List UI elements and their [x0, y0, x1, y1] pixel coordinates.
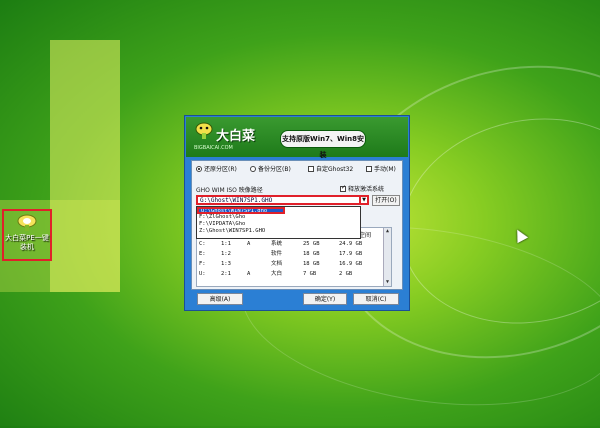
checkbox-icon [308, 165, 314, 172]
chevron-down-icon[interactable]: ▼ [384, 279, 391, 286]
cell-free: 2 GB [339, 271, 353, 277]
advanced-button[interactable]: 高级(A) [197, 293, 243, 305]
table-row[interactable]: F: 1:3 文档 18 GB 16.9 GB [199, 260, 369, 268]
cell-index: 2:1 [221, 271, 231, 277]
image-path-dropdown: U:\Ghost\WIN7SP1.gho F:\ZlGhost\Gho F:\V… [196, 206, 361, 239]
image-path-input[interactable]: G:\Ghost\WIN7SP1.GHO [196, 195, 362, 205]
brand-name: 大白菜 [216, 129, 256, 144]
cabbage-logo-icon [194, 122, 214, 140]
table-row[interactable]: C: 1:1 A 系统 25 GB 24.9 GB [199, 240, 369, 248]
cell-free: 17.9 GB [339, 251, 363, 257]
cell-flag: A [247, 241, 251, 247]
cell-label: 系统 [271, 241, 283, 247]
mode-label: 手动(M) [374, 166, 396, 173]
slogan-badge: 支持原版Win7、Win8安装 [280, 130, 366, 159]
activate-option-label: 释放激活系统 [348, 186, 385, 193]
table-row[interactable]: E: 1:2 软件 18 GB 17.9 GB [199, 250, 369, 258]
cell-index: 1:3 [221, 261, 231, 267]
desktop: 大白菜PE一键 装机 大白菜 BIGBAICAI.COM 支持原版Win7、Wi… [0, 0, 600, 428]
mode-label: 自定Ghost32 [316, 166, 354, 173]
cell-drive: C: [199, 241, 206, 247]
cell-drive: E: [199, 251, 206, 257]
cell-label: 大白 [271, 271, 283, 277]
dialog-body: 还原分区(R) 备份分区(B) 自定Ghost32 手动(M) GHO WIM … [191, 160, 403, 290]
open-button[interactable]: 打开(O) [372, 195, 400, 206]
mode-manual[interactable]: 手动(M) [366, 164, 396, 173]
cell-size: 18 GB [303, 251, 320, 257]
dropdown-option[interactable]: U:\Ghost\WIN7SP1.gho [197, 207, 285, 214]
cabbage-icon [16, 214, 38, 232]
chevron-down-icon[interactable]: ▼ [359, 195, 369, 205]
mode-label: 还原分区(R) [204, 166, 237, 173]
dropdown-option[interactable]: F:\VIPDATA\Gho [197, 221, 360, 228]
cell-label: 文档 [271, 261, 283, 267]
brand-url: BIGBAICAI.COM [194, 145, 233, 151]
cell-drive: U: [199, 271, 206, 277]
activate-option[interactable]: 释放激活系统 [340, 184, 384, 193]
dropdown-option[interactable]: Z:\Ghost\WIN7SP1.GHO [197, 228, 360, 235]
table-row[interactable]: U: 2:1 A 大白 7 GB 2 GB [199, 270, 369, 278]
cell-index: 1:2 [221, 251, 231, 257]
ok-button[interactable]: 确定(Y) [303, 293, 347, 305]
cell-free: 16.9 GB [339, 261, 363, 267]
cell-size: 18 GB [303, 261, 320, 267]
mode-selector: 还原分区(R) 备份分区(B) 自定Ghost32 手动(M) [196, 164, 400, 176]
radio-icon [196, 165, 202, 172]
cell-size: 25 GB [303, 241, 320, 247]
installer-dialog: 大白菜 BIGBAICAI.COM 支持原版Win7、Win8安装 还原分区(R… [184, 115, 410, 311]
mode-custom-ghost[interactable]: 自定Ghost32 [308, 164, 353, 173]
mode-restore[interactable]: 还原分区(R) [196, 164, 237, 173]
mode-label: 备份分区(B) [258, 166, 291, 173]
dialog-banner: 大白菜 BIGBAICAI.COM 支持原版Win7、Win8安装 [186, 117, 408, 159]
checkbox-icon [340, 184, 346, 192]
cell-flag: A [247, 271, 251, 277]
cell-size: 7 GB [303, 271, 317, 277]
cell-label: 软件 [271, 251, 283, 257]
radio-icon [250, 165, 256, 172]
chevron-up-icon[interactable]: ▲ [384, 228, 391, 235]
desktop-icon-label: 大白菜PE一键 装机 [5, 234, 49, 251]
table-scrollbar[interactable]: ▲ ▼ [383, 228, 391, 286]
image-path-label: GHO WIM ISO 映像路径 [196, 187, 263, 194]
mode-backup[interactable]: 备份分区(B) [250, 164, 291, 173]
dropdown-option[interactable]: F:\ZlGhost\Gho [197, 214, 360, 221]
cell-free: 24.9 GB [339, 241, 363, 247]
checkbox-icon [366, 165, 372, 172]
cell-drive: F: [199, 261, 206, 267]
cancel-button[interactable]: 取消(C) [353, 293, 399, 305]
desktop-icon-installer[interactable]: 大白菜PE一键 装机 [2, 209, 52, 261]
cell-index: 1:1 [221, 241, 231, 247]
